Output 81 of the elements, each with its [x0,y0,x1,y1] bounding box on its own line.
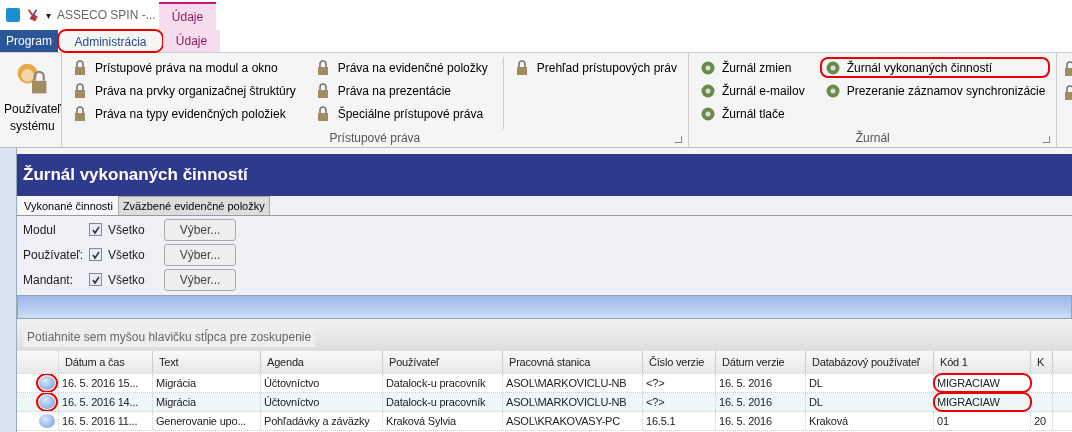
table-cell: Datalock-u pracovník [383,393,503,411]
checkbox[interactable] [89,248,102,261]
table-cell: Kraková [806,412,934,430]
disc-icon [700,59,716,76]
ribbon-item[interactable]: Prezeranie záznamov synchronizácie [819,80,1051,101]
ribbon-item[interactable]: Žurnál zmien [695,57,810,78]
customize-menu-caret[interactable]: ▾ [46,9,51,21]
ribbon-item[interactable]: Práva na prvky organizačnej štruktúry [67,80,301,101]
filter-label: Mandant: [23,272,75,287]
group-by-hint: Potiahnite sem myšou hlavičku stĺpca pre zoskupenie [23,327,316,347]
table-cell: 20 [1031,412,1053,430]
table-cell: 16.5.1 [643,412,716,430]
ribbon-item[interactable]: Prístupové práva na modul a okno [67,57,301,78]
table-cell: Účtovníctvo [261,374,383,392]
table-cell: ASOL\KRAKOVASY-PC [503,412,643,430]
table-cell: Generovanie upo... [153,412,261,430]
ribbon-tab[interactable]: Administrácia [58,30,163,52]
checkbox-label: Všetko [108,247,146,262]
ribbon-tab[interactable]: Údaje [163,30,220,52]
checkbox-label: Všetko [108,222,146,237]
ribbon-item[interactable]: Žurnál vykonaných činností [819,57,1051,78]
ribbon-item[interactable]: Práva na evidenčné položky [310,57,493,78]
ribbon-item[interactable]: Prehľad prístupových práv [509,57,682,78]
group-label: Žurnál [855,131,890,145]
table-cell: Kraková Sylvia [383,412,503,430]
tools-icon[interactable] [26,8,40,22]
ribbon-item[interactable]: Žurnál e-mailov [695,80,810,101]
disc-icon [824,59,841,76]
checkbox[interactable] [89,273,102,286]
table-cell: ASOL\MARKOVICLU-NB [503,374,643,392]
table-cell: 16. 5. 2016 11... [59,412,153,430]
system-user-button[interactable]: Používateľ systému [4,53,61,147]
table-cell: ASOL\MARKOVICLU-NB [503,393,643,411]
ribbon-tab[interactable]: Program [0,30,58,52]
table-cell: MIGRACIAW [934,393,1031,411]
column-header[interactable]: Text [153,351,261,373]
column-header[interactable]: K [1031,351,1053,373]
select-button[interactable]: Výber... [164,243,236,266]
group-label: Prístupové práva [329,131,421,145]
panel-tab[interactable]: Zväzbené evidenčné položky [117,196,270,215]
column-header[interactable]: Číslo verzie [643,351,716,373]
column-header[interactable]: Databázový používateľ [806,351,934,373]
table-cell: Migrácia [153,374,261,392]
column-header[interactable]: Dátum verzie [716,351,806,373]
context-tab-group-label: Údaje [159,2,216,30]
filter-label: Používateľ: [23,247,85,262]
table-cell: 16. 5. 2016 15... [59,374,153,392]
filter-label: Modul [23,222,57,237]
panel-title: Žurnál vykonaných činností [17,154,1072,196]
column-header[interactable]: Používateľ [383,351,503,373]
table-cell: 16. 5. 2016 14... [59,393,153,411]
ribbon-item[interactable]: Práva na prezentácie [310,80,493,101]
column-header[interactable]: Pracovná stanica [503,351,643,373]
table-cell: DL [806,374,934,392]
table-cell: 16. 5. 2016 [716,412,806,430]
table-cell: Účtovníctvo [261,393,383,411]
ribbon-item[interactable]: Špeciálne prístupové práva [310,103,493,124]
checkbox-label: Všetko [108,272,146,287]
select-button[interactable]: Výber... [164,218,236,241]
ribbon-item[interactable]: Žurnál tlače [695,103,810,124]
table-cell: <?> [643,374,716,392]
table-cell: Datalock-u pracovník [383,374,503,392]
checkbox[interactable] [89,223,102,236]
table-cell: Migrácia [153,393,261,411]
disc-icon [700,82,716,99]
table-cell: Pohľadávky a záväzky [261,412,383,430]
column-header[interactable]: Kód 1 [934,351,1031,373]
table-cell: 01 [934,412,1031,430]
window-title: ASSECO SPIN -... [57,8,153,22]
table-cell: 16. 5. 2016 [716,374,806,392]
ribbon-item[interactable]: Práva na typy evidenčných položiek [67,103,301,124]
disc-icon [824,82,841,99]
column-header[interactable]: Dátum a čas [59,351,153,373]
column-header[interactable]: Agenda [261,351,383,373]
table-cell: <?> [643,393,716,411]
table-cell: DL [806,393,934,411]
panel-tab[interactable]: Vykonané činnosti [19,196,118,215]
select-button[interactable]: Výber... [164,268,236,291]
table-cell: 16. 5. 2016 [716,393,806,411]
disc-icon [700,105,716,122]
table-cell: MIGRACIAW [934,374,1031,392]
